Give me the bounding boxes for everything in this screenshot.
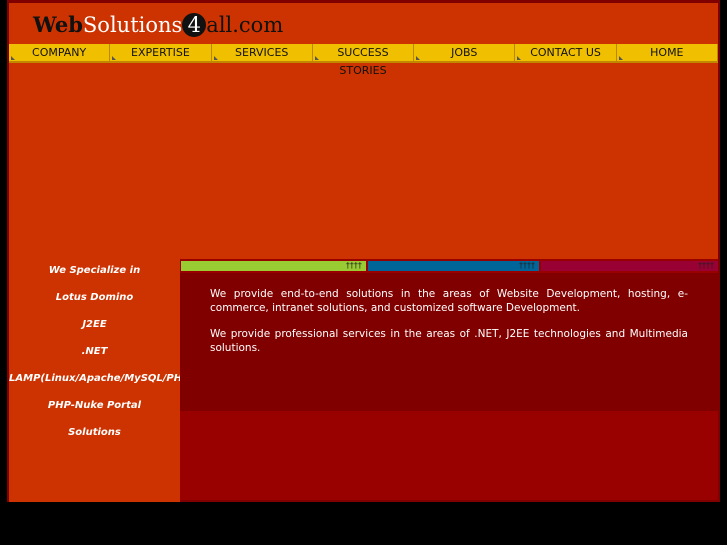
main-nav: COMPANY EXPERTISE SERVICES SUCCESS STORI…	[9, 44, 718, 77]
nav-expertise[interactable]: EXPERTISE	[110, 44, 212, 63]
blue-bar: ††††	[367, 261, 539, 271]
green-bar: ††††	[181, 261, 366, 271]
header: WebSolutions 4 all.com COMPANY EXPERTISE S…	[9, 3, 718, 259]
specialize-item: LAMP(Linux/Apache/MySQL/PHP)	[9, 373, 195, 384]
color-bars: †††† †††† ††††	[181, 259, 718, 273]
specialize-item: Lotus Domino	[55, 292, 134, 303]
intro-paragraph: We provide professional services in the …	[210, 328, 688, 354]
logo-domain: all.com	[206, 13, 284, 37]
intro-content: We provide end-to-end solutions in the a…	[180, 273, 718, 411]
nav-contact-us[interactable]: CONTACT US	[515, 44, 617, 63]
nav-company[interactable]: COMPANY	[9, 44, 111, 63]
logo-solutions: Solutions	[82, 13, 183, 37]
logo-web: Web	[33, 12, 83, 37]
specialize-heading: We Specialize in	[48, 265, 141, 276]
specialize-item: J2EE	[82, 319, 107, 330]
specialize-item: .NET	[81, 346, 108, 357]
specialize-panel: We Specialize in Lotus Domino J2EE .NET …	[9, 259, 195, 502]
crimson-bar: ††††	[540, 261, 718, 271]
page-frame: WebSolutions 4 all.com COMPANY EXPERTISE S…	[7, 0, 720, 502]
specialize-item: Solutions	[68, 427, 121, 438]
logo-four: 4	[182, 13, 207, 37]
specialize-item: PHP-Nuke Portal	[47, 400, 142, 411]
intro-paragraph: We provide end-to-end solutions in the a…	[210, 288, 688, 314]
nav-services[interactable]: SERVICES	[211, 44, 313, 63]
nav-success-stories[interactable]: SUCCESS STORIES	[312, 44, 415, 77]
nav-jobs[interactable]: JOBS	[414, 44, 516, 63]
nav-home[interactable]: HOME	[616, 44, 718, 63]
site-logo[interactable]: WebSolutions 4 all.com	[33, 12, 283, 37]
